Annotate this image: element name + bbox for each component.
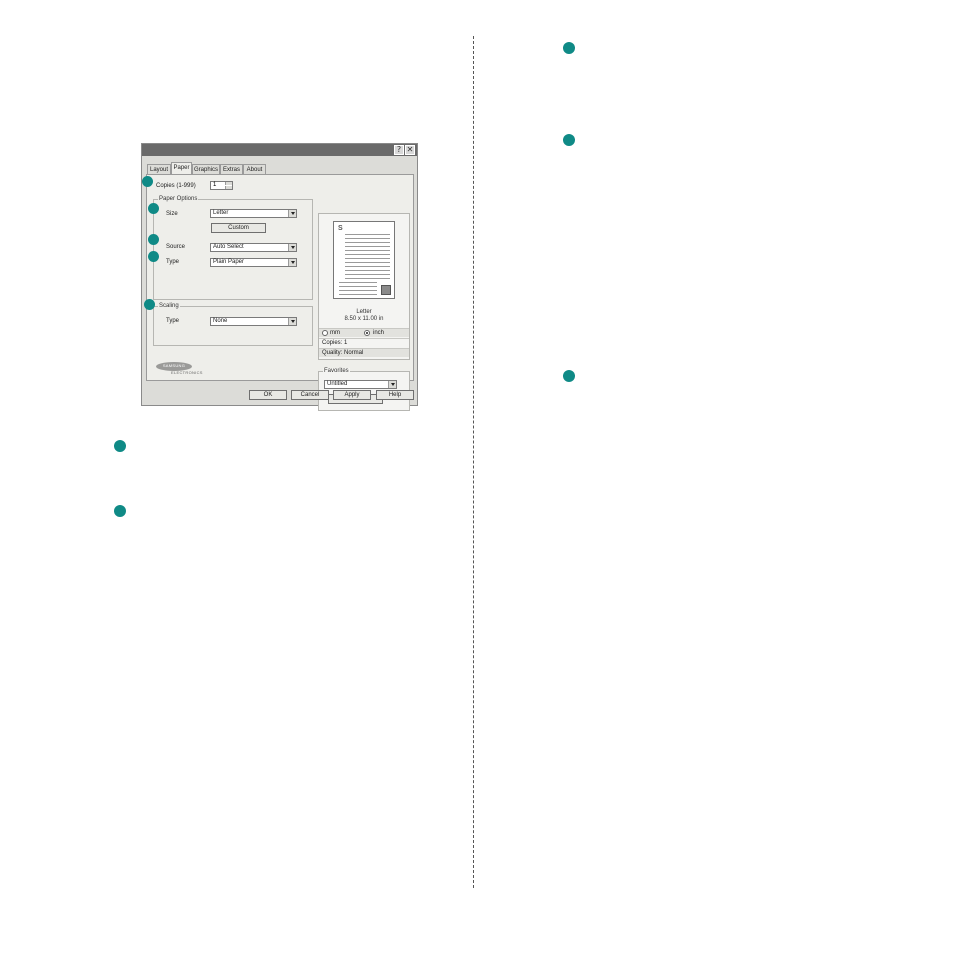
source-value: Auto Select [213,244,244,250]
preview-logo-icon: S [338,225,343,232]
scaling-type-label: Type [166,318,180,324]
logo-brand-text: SAMSUNG [162,363,186,368]
copies-info-row: Copies: 1 [319,338,409,347]
step-marker-right-2 [563,134,575,146]
preview-thumbnail [381,285,391,295]
tab-about[interactable]: About [243,164,266,174]
custom-button[interactable]: Custom [211,223,266,233]
type-label: Type [166,259,180,265]
copies-value: 1 [213,182,217,188]
copies-spinner[interactable]: 1 [210,181,233,190]
help-button[interactable]: Help [376,390,414,400]
tab-layout[interactable]: Layout [147,164,171,174]
favorites-value: Untitled [327,381,348,387]
close-icon[interactable]: ✕ [405,145,415,155]
dropdown-arrow-icon[interactable] [388,381,396,388]
source-label: Source [166,244,186,250]
type-value: Plain Paper [213,259,245,265]
step-marker-right-3 [563,370,575,382]
cancel-button[interactable]: Cancel [291,390,329,400]
apply-button[interactable]: Apply [333,390,371,400]
scaling-type-select[interactable]: None [210,317,297,326]
paper-options-group: Paper Options Size Letter Custom Source … [153,196,313,300]
preview-paper-name: Letter [356,309,372,315]
favorites-title: Favorites [323,368,350,375]
dropdown-arrow-icon[interactable] [288,318,296,325]
step-marker-right-1 [563,42,575,54]
tab-extras[interactable]: Extras [220,164,243,174]
size-select[interactable]: Letter [210,209,297,218]
size-value: Letter [213,210,229,216]
inch-label: inch [373,330,385,336]
paper-options-title: Paper Options [158,196,199,203]
scaling-title: Scaling [158,303,180,310]
size-label: Size [166,211,178,217]
printer-properties-dialog: ? ✕ Layout Paper Graphics Extras About C… [141,143,418,411]
dialog-marker-type [148,251,159,262]
paper-preview: S Letter 8.50 x 11.00 in mm inch Copies:… [318,213,410,360]
dropdown-arrow-icon[interactable] [288,244,296,251]
inch-radio[interactable] [364,330,370,336]
dialog-marker-scaling [144,299,155,310]
logo-sub-text: ELECTRONICS [171,370,203,375]
favorites-select[interactable]: Untitled [324,380,397,389]
source-select[interactable]: Auto Select [210,243,297,252]
mm-label: mm [330,330,340,336]
scaling-group: Scaling Type None [153,303,313,346]
copies-info: Copies: 1 [322,340,348,346]
unit-selector: mm inch [319,328,409,337]
step-marker-left-2 [114,505,126,517]
scaling-type-value: None [213,318,228,324]
dialog-titlebar: ? ✕ [142,144,417,156]
dialog-marker-source [148,234,159,245]
dialog-marker-size [148,203,159,214]
preview-paper-dims: 8.50 x 11.00 in [344,316,384,322]
dialog-marker-copies [142,176,153,187]
type-select[interactable]: Plain Paper [210,258,297,267]
paper-tab-panel: Copies (1-999) 1 Paper Options Size Lett… [146,174,414,411]
column-divider [473,36,474,888]
ok-button[interactable]: OK [249,390,287,400]
spin-up-icon[interactable] [225,182,232,185]
page-preview-image: S [333,221,395,299]
help-title-button[interactable]: ? [394,145,404,155]
copies-label: Copies (1-999) [156,183,196,189]
mm-radio[interactable] [322,330,328,336]
dropdown-arrow-icon[interactable] [288,259,296,266]
spin-down-icon[interactable] [225,186,232,189]
step-marker-left-1 [114,440,126,452]
dropdown-arrow-icon[interactable] [288,210,296,217]
quality-info: Quality: Normal [322,350,364,356]
quality-info-row: Quality: Normal [319,348,409,357]
tab-graphics[interactable]: Graphics [192,164,220,174]
